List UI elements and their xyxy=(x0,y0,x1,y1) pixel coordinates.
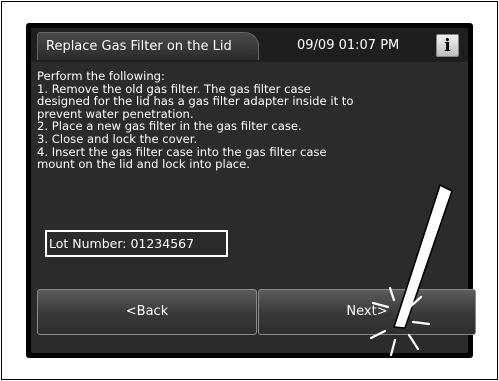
info-icon[interactable]: i xyxy=(436,34,459,57)
back-button[interactable]: <Back xyxy=(37,289,257,335)
instruction-line: mount on the lid and lock into place. xyxy=(37,157,250,172)
next-button[interactable]: Next> xyxy=(258,289,476,335)
instruction-line: 3. Close and lock the cover. xyxy=(37,131,198,146)
instruction-line: Perform the following: xyxy=(37,69,165,83)
instructions-text: Perform the following: 1. Remove the old… xyxy=(37,70,463,171)
instruction-line: designed for the lid has a gas filter ad… xyxy=(37,94,354,109)
header-bar: Replace Gas Filter on the Lid 09/09 01:0… xyxy=(31,28,468,62)
lot-number: Lot Number: 01234567 xyxy=(45,230,228,257)
page-title: Replace Gas Filter on the Lid xyxy=(37,32,259,60)
date-time: 09/09 01:07 PM xyxy=(297,38,400,53)
